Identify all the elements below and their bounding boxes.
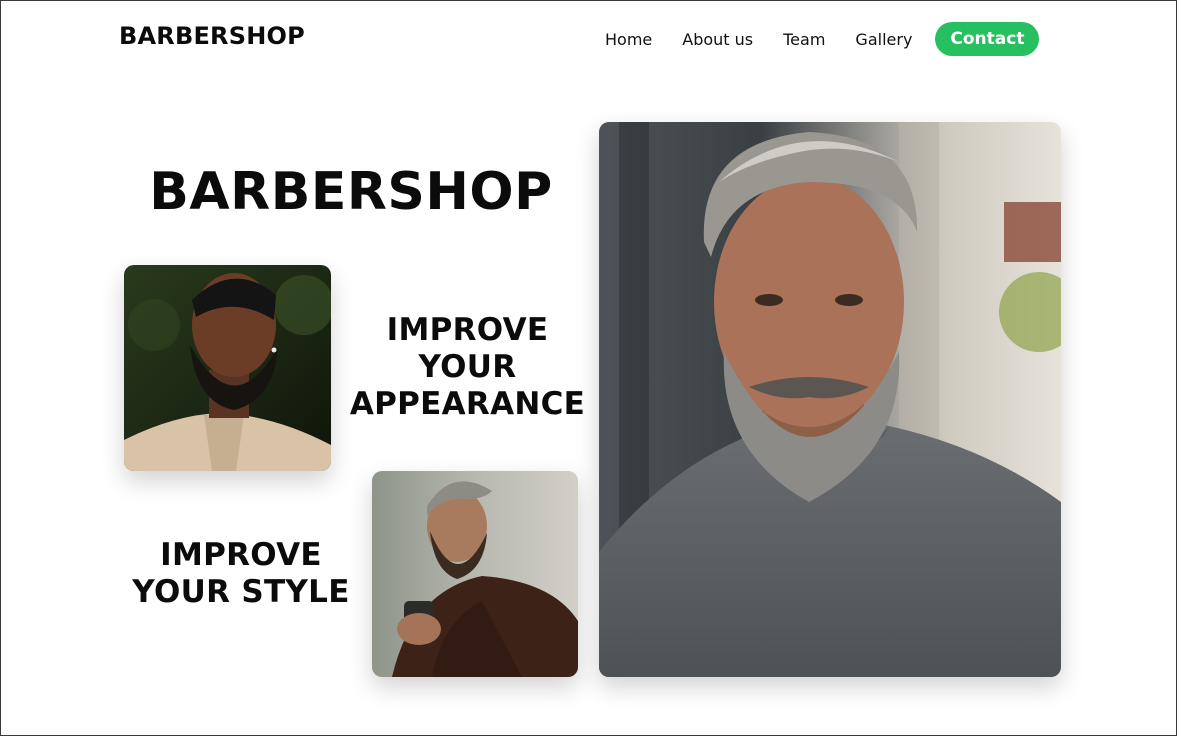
nav-team-link[interactable]: Team — [783, 30, 825, 49]
featured-portrait-photo — [599, 122, 1061, 677]
portrait-photo-beige-shirt — [124, 265, 331, 471]
main-nav: Home About us Team Gallery Contact — [590, 22, 1040, 56]
site-logo[interactable]: BARBERSHOP — [119, 22, 305, 50]
tagline-style-line-1: IMPROVE — [160, 537, 322, 573]
tagline-style-line-2: YOUR STYLE — [132, 574, 350, 610]
nav-about-link[interactable]: About us — [682, 30, 753, 49]
portrait-photo-brown-sweater — [372, 471, 578, 677]
tagline-appearance-line-3: APPEARANCE — [349, 386, 586, 422]
nav-gallery-link[interactable]: Gallery — [855, 30, 912, 49]
tagline-appearance-line-1: IMPROVE — [386, 312, 549, 348]
hero-title: BARBERSHOP — [149, 162, 553, 222]
tagline-style: IMPROVE YOUR STYLE — [128, 537, 354, 611]
nav-home-link[interactable]: Home — [605, 30, 652, 49]
tagline-appearance-line-2: YOUR — [418, 349, 517, 385]
tagline-appearance: IMPROVE YOUR APPEARANCE — [345, 312, 590, 423]
contact-button[interactable]: Contact — [935, 22, 1040, 56]
